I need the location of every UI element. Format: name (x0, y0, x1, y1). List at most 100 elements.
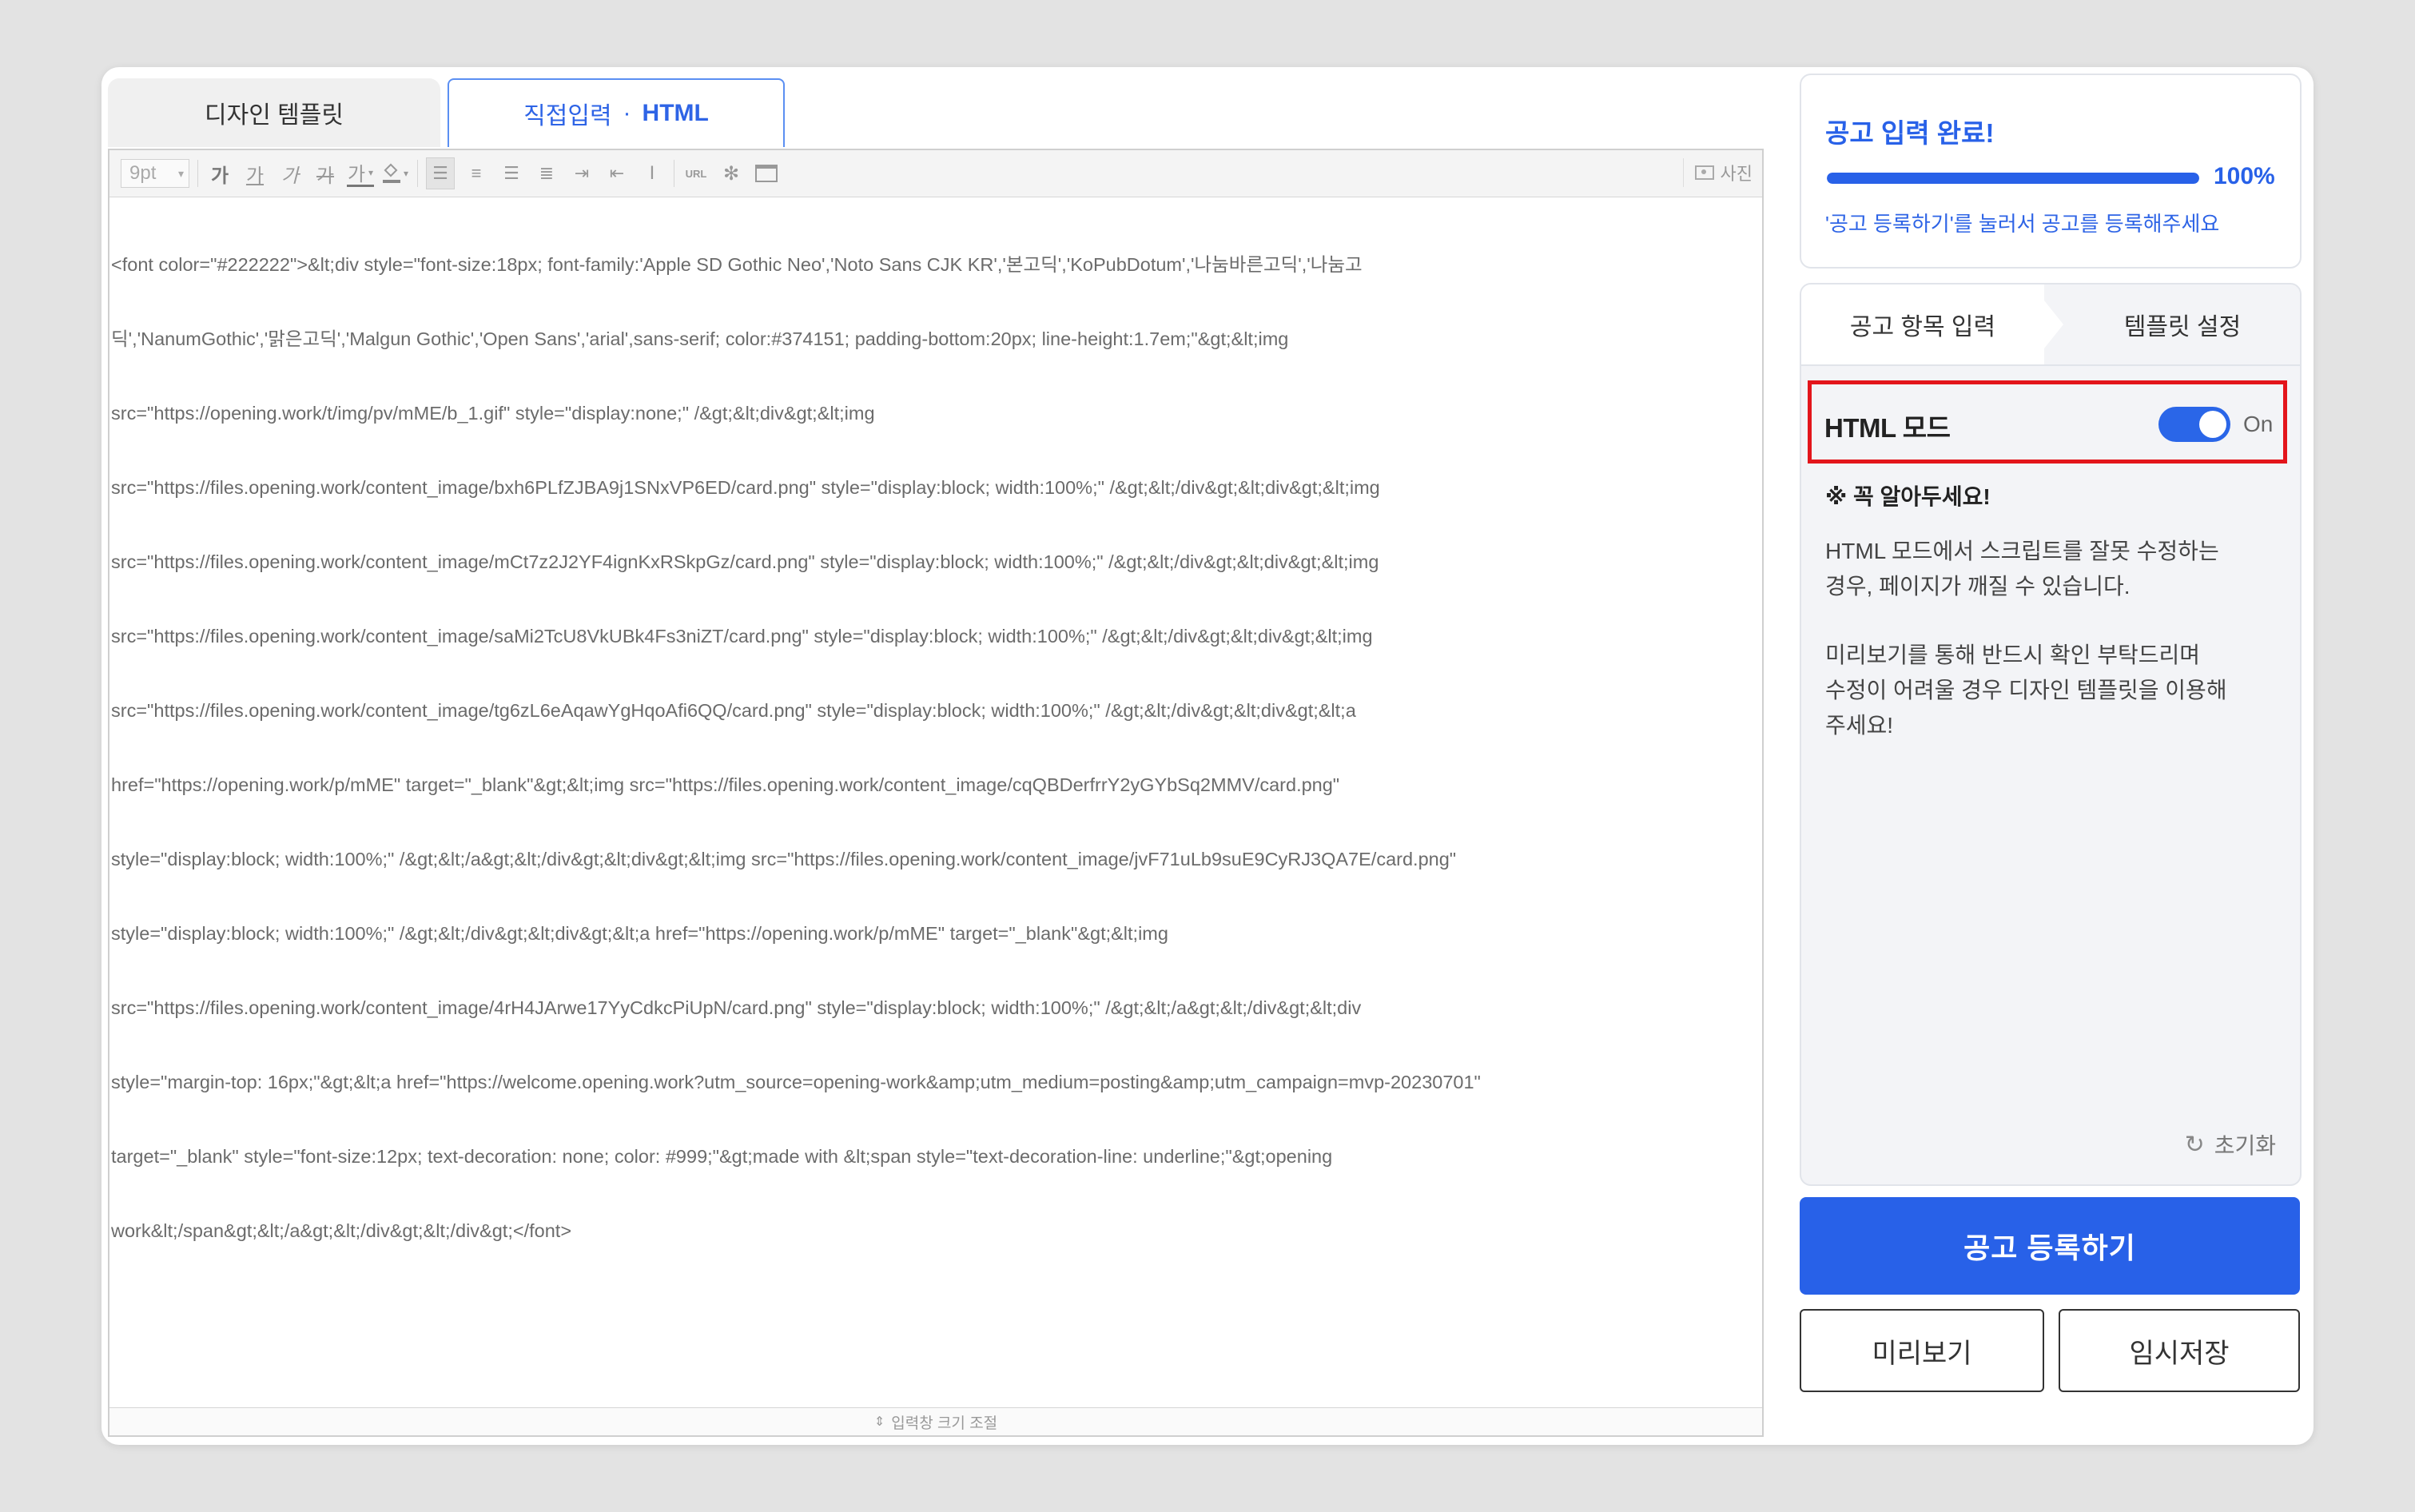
html-code-textarea[interactable]: <font color="#222222">&lt;div style="fon… (111, 203, 1761, 1293)
progress-percent: 100% (2214, 163, 2275, 189)
editor-resize-handle[interactable]: ⇕ 입력창 크기 조절 (109, 1407, 1762, 1435)
align-justify-button[interactable]: ≣ (533, 158, 560, 189)
outdent-button[interactable]: ⇤ (603, 158, 631, 189)
code-line: src="https://files.opening.work/content_… (111, 997, 1362, 1018)
code-line: src="https://files.opening.work/content_… (111, 477, 1380, 498)
notice-line: 수정이 어려울 경우 디자인 템플릿을 이용해 (1825, 678, 2227, 702)
photo-button[interactable]: 사진 (1682, 158, 1753, 187)
toggle-knob (2199, 411, 2226, 438)
chevron-down-icon: ▾ (403, 168, 409, 179)
url-button[interactable]: URL (682, 158, 710, 189)
resize-label: 입력창 크기 조절 (891, 1415, 998, 1432)
code-line: work&lt;/span&gt;&lt;/a&gt;&lt;/div&gt;&… (111, 1220, 572, 1241)
tabs-divider (1801, 364, 2300, 366)
photo-label: 사진 (1720, 164, 1753, 184)
code-line: target="_blank" style="font-size:12px; t… (111, 1146, 1333, 1167)
reset-label: 초기화 (2214, 1133, 2276, 1158)
editor-tabs: 디자인 템플릿 직접입력 · HTML (108, 78, 1770, 149)
table-icon (755, 165, 778, 182)
preview-button[interactable]: 미리보기 (1800, 1309, 2044, 1392)
font-size-select[interactable]: 9pt ▾ (121, 159, 189, 188)
tab-direct-input-html[interactable]: 직접입력 · HTML (448, 78, 785, 147)
background-color-button[interactable]: ▾ (382, 158, 409, 189)
notice-line: 미리보기를 통해 반드시 확인 부탁드리며 (1825, 643, 2201, 667)
html-mode-label: HTML 모드 (1824, 413, 1951, 443)
code-line: <font color="#222222">&lt;div style="fon… (111, 254, 1363, 275)
align-right-icon: ☰ (503, 163, 519, 183)
html-editor: 9pt ▾ 가 가 가 가 가 ▾ ▾ ☰ ≡ ☰ ≣ ⇥ ⇤ I URL ✻ … (108, 149, 1764, 1437)
register-posting-button[interactable]: 공고 등록하기 (1800, 1197, 2300, 1295)
toolbar-divider (417, 160, 418, 187)
align-center-icon: ≡ (471, 163, 482, 183)
special-char-button[interactable]: ✻ (718, 158, 745, 189)
status-title: 공고 입력 완료! (1825, 118, 1995, 148)
text-color-button[interactable]: 가 ▾ (347, 161, 374, 187)
align-center-button[interactable]: ≡ (463, 158, 490, 189)
url-icon: URL (685, 167, 707, 180)
notice-title: ※ 꼭 알아두세요! (1825, 484, 1991, 509)
special-char-icon: ✻ (722, 162, 740, 185)
notice-line: 경우, 페이지가 깨질 수 있습니다. (1825, 574, 2131, 599)
status-help-text: '공고 등록하기'를 눌러서 공고를 등록해주세요 (1825, 212, 2220, 236)
indent-icon: ⇥ (574, 163, 590, 183)
highlight-icon (382, 163, 400, 183)
settings-tabs: 공고 항목 입력 템플릿 설정 (1801, 284, 2300, 366)
tab-design-template[interactable]: 디자인 템플릿 (108, 78, 440, 147)
tab-direct-input-label: 직접입력 (523, 103, 612, 129)
html-mode-row: HTML 모드 On (1808, 380, 2287, 464)
align-left-icon: ☰ (432, 163, 448, 183)
notice-paragraph-1: HTML 모드에서 스크립트를 잘못 수정하는 경우, 페이지가 깨질 수 있습… (1825, 534, 2281, 604)
tab-template-settings[interactable]: 템플릿 설정 (2065, 284, 2300, 364)
toolbar-divider (197, 160, 198, 187)
tab-posting-items[interactable]: 공고 항목 입력 (1801, 284, 2044, 364)
completion-status-card: 공고 입력 완료! 100% '공고 등록하기'를 눌러서 공고를 등록해주세요 (1800, 74, 2302, 269)
italic-button[interactable]: 가 (277, 158, 304, 189)
chevron-down-icon: ▾ (177, 166, 184, 180)
code-line: style="display:block; width:100%;" /&gt;… (111, 923, 1168, 944)
tab-separator: · (623, 100, 631, 126)
bold-icon: 가 (210, 165, 229, 187)
refresh-icon: ↻ (2184, 1131, 2205, 1158)
outdent-icon: ⇤ (609, 163, 625, 183)
photo-icon (1694, 165, 1714, 180)
code-line: style="display:block; width:100%;" /&gt;… (111, 849, 1457, 869)
strikethrough-button[interactable]: 가 (312, 158, 339, 189)
align-right-button[interactable]: ☰ (498, 158, 525, 189)
font-size-value: 9pt (129, 162, 157, 184)
align-justify-icon: ≣ (539, 163, 555, 183)
strikethrough-icon: 가 (316, 165, 335, 187)
code-line: 딕','NanumGothic','맑은고딕','Malgun Gothic',… (111, 328, 1289, 349)
chevron-down-icon: ▾ (368, 166, 374, 178)
code-line: src="https://files.opening.work/content_… (111, 700, 1356, 721)
notice-paragraph-2: 미리보기를 통해 반드시 확인 부탁드리며 수정이 어려울 경우 디자인 템플릿… (1825, 638, 2281, 743)
line-height-icon: I (649, 162, 655, 184)
bold-button[interactable]: 가 (206, 158, 233, 189)
tab-arrow (2031, 284, 2063, 364)
align-left-button[interactable]: ☰ (426, 157, 455, 189)
code-line: href="https://opening.work/p/mME" target… (111, 774, 1340, 795)
progress-bar-fill (1827, 173, 2199, 184)
italic-icon: 가 (280, 165, 300, 187)
notice-line: HTML 모드에서 스크립트를 잘못 수정하는 (1825, 539, 2219, 563)
text-color-icon: 가 (347, 164, 366, 185)
code-line: src="https://files.opening.work/content_… (111, 626, 1373, 647)
editor-toolbar: 9pt ▾ 가 가 가 가 가 ▾ ▾ ☰ ≡ ☰ ≣ ⇥ ⇤ I URL ✻ … (109, 150, 1762, 197)
settings-panel: 공고 항목 입력 템플릿 설정 HTML 모드 On ※ 꼭 알아두세요! HT… (1800, 283, 2302, 1186)
temp-save-button[interactable]: 임시저장 (2059, 1309, 2300, 1392)
resize-arrows-icon: ⇕ (873, 1415, 885, 1429)
code-line: src="https://opening.work/t/img/pv/mME/b… (111, 403, 875, 424)
html-mode-toggle[interactable] (2158, 407, 2230, 442)
code-line: style="margin-top: 16px;"&gt;&lt;a href=… (111, 1072, 1481, 1092)
line-height-button[interactable]: I (639, 158, 666, 189)
tab-html-label: HTML (642, 100, 709, 126)
notice-line: 주세요! (1825, 713, 1894, 738)
underline-icon: 가 (245, 165, 265, 187)
progress-bar (1827, 173, 2199, 184)
indent-button[interactable]: ⇥ (568, 158, 595, 189)
table-button[interactable] (753, 158, 780, 189)
reset-button[interactable]: ↻ 초기화 (2185, 1128, 2276, 1160)
tab-design-template-label: 디자인 템플릿 (205, 102, 344, 129)
code-line: src="https://files.opening.work/content_… (111, 551, 1379, 572)
toggle-state-label: On (2243, 412, 2274, 436)
underline-button[interactable]: 가 (241, 158, 269, 189)
